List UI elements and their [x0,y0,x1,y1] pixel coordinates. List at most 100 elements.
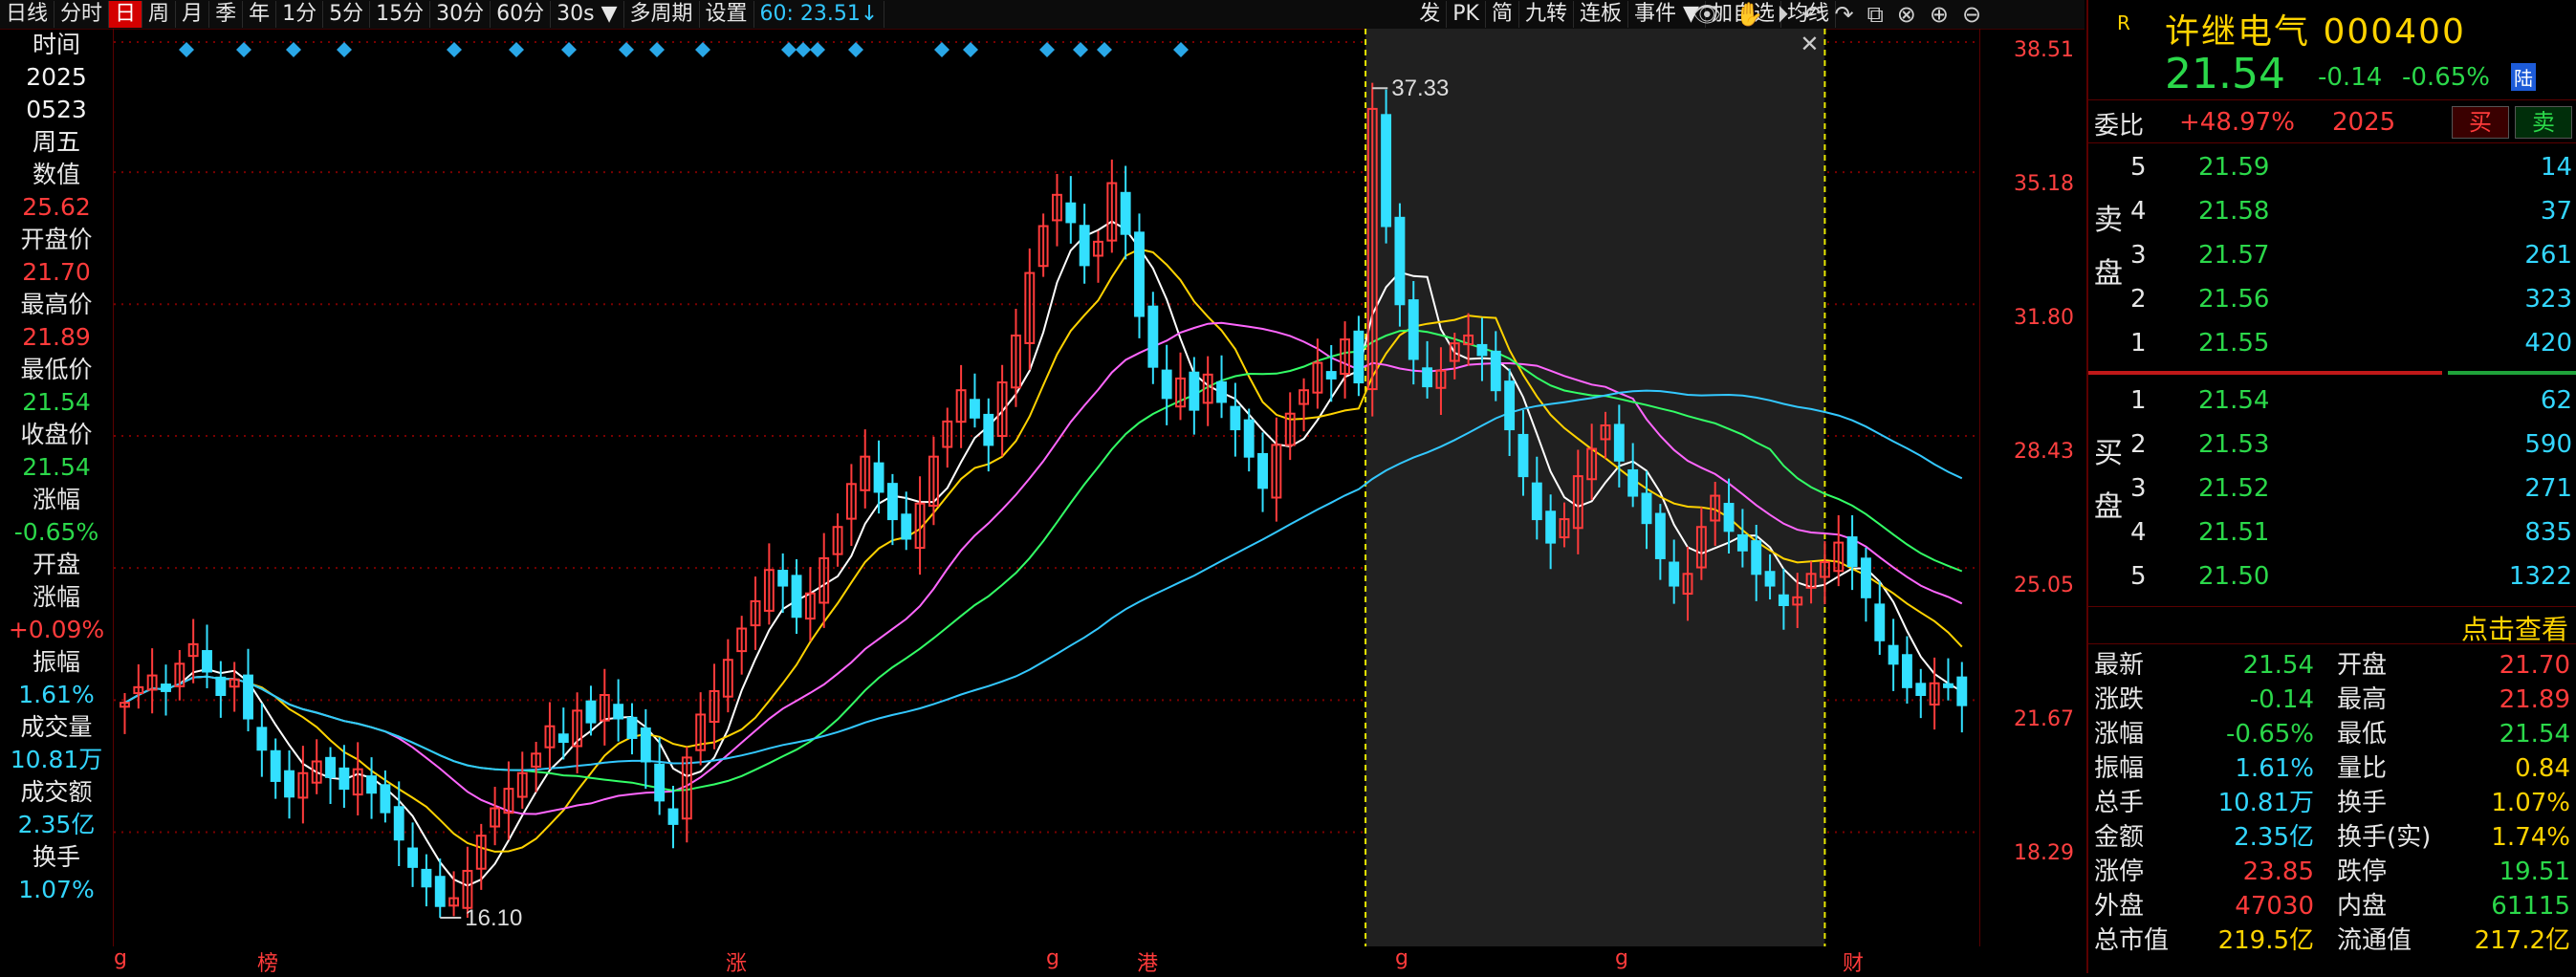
tab-30s[interactable]: 30s ▼ [551,1,624,28]
rating-badge: R [2117,11,2130,34]
stat-label: 最新 [2094,651,2145,680]
settings-button[interactable]: 设置 [700,1,754,28]
nine-turn-button[interactable]: 九转 [1519,1,1575,28]
eye-icon[interactable]: 👁 [1692,1,1721,28]
hand-icon[interactable]: ✋ [1735,1,1763,28]
chevron-down-icon: ▼ [594,2,618,26]
ask-level[interactable]: 1 21.55 420 [2088,321,2576,365]
copy-icon[interactable]: ⧉ [1867,1,1884,28]
stat-value: 1.74% [2491,823,2570,852]
tab-daily-line[interactable]: 日线 [0,1,55,28]
simple-button[interactable]: 简 [1486,1,1519,28]
click-to-view-link[interactable]: 点击查看 [2461,609,2568,647]
buy-button[interactable]: 买 [2452,106,2509,139]
level-volume: 37 [2540,197,2572,226]
event-marker[interactable]: 涨 [726,946,747,977]
tab-30s-label: 30s [557,2,595,26]
publish-button[interactable]: 发 [1413,1,1448,28]
undo-icon[interactable]: ↶ [1801,1,1821,28]
candle-down [1888,644,1899,665]
stock-name-code[interactable]: 许继电气 000400 [2165,4,2466,54]
candle-down [421,868,432,888]
zoom-in-icon[interactable]: ⊕ [1930,1,1949,28]
bid-level[interactable]: 1 21.54 62 [2088,379,2576,423]
stat-label: 涨停 [2094,858,2145,886]
low-label: 16.10 [465,905,522,931]
tab-quarter[interactable]: 季 [209,1,244,28]
stat-row: 涨停 23.85 跌停 19.51 [2088,855,2576,889]
candle-down [1422,367,1433,388]
tab-5min[interactable]: 5分 [323,1,371,28]
event-marker[interactable]: 财 [1843,946,1864,977]
level-price: 21.53 [2198,430,2270,459]
candle-down [1230,405,1241,431]
event-marker[interactable]: g [114,946,127,970]
close-range-icon[interactable]: ✕ [1800,31,1819,57]
price-change: -0.14 [2318,63,2383,92]
candle-down [1531,482,1542,521]
candle-down [1517,433,1529,478]
candle-down [1257,452,1268,489]
candle-down [557,733,569,744]
candle-down [1394,216,1406,306]
amount-label: 成交额 [20,778,93,806]
stat-label: 最高 [2337,685,2388,714]
event-marker[interactable]: 港 [1137,946,1158,977]
date-value: 0523 [26,96,87,123]
ask-level[interactable]: 5 21.59 14 [2088,145,2576,189]
event-diamond-icon [286,42,301,57]
tab-year[interactable]: 年 [243,1,277,28]
redo-icon[interactable]: ↷ [1834,1,1853,28]
bid-level[interactable]: 2 21.53 590 [2088,423,2576,467]
candle-down [1956,676,1968,706]
stat-label: 开盘 [2337,651,2388,680]
ask-level[interactable]: 3 21.57 261 [2088,233,2576,277]
event-diamond-icon [810,42,825,57]
cross-icon[interactable]: ⊗ [1897,1,1916,28]
event-marker[interactable]: 榜 [257,946,278,977]
candle-down [983,413,994,446]
last-price: 21.54 [2165,50,2285,98]
bid-level[interactable]: 4 21.51 835 [2088,510,2576,554]
tab-intraday[interactable]: 分时 [55,1,110,28]
candle-down [1134,231,1145,317]
bid-level[interactable]: 3 21.52 271 [2088,467,2576,510]
ask-level[interactable]: 4 21.58 37 [2088,189,2576,233]
crosshair-info-panel: 时间 2025 0523 周五 数值 25.62 开盘价 21.70 最高价 2… [0,29,114,946]
level-volume: 420 [2524,329,2572,358]
zoom-out-icon[interactable]: ⊖ [1962,1,1981,28]
level-volume: 590 [2524,430,2572,459]
tab-1min[interactable]: 1分 [276,1,324,28]
limit-board-button[interactable]: 连板 [1574,1,1629,28]
amplitude-label: 振幅 [32,648,80,676]
candle-down [1325,371,1337,380]
event-marker[interactable]: g [1395,946,1408,970]
candle-down [969,399,980,419]
tab-day[interactable]: 日 [109,1,143,28]
click-to-view-bar[interactable]: 点击查看 [2088,606,2576,647]
price-axis: 38.51 35.18 31.80 28.43 25.05 21.67 18.2… [1979,29,2084,946]
tab-month[interactable]: 月 [176,1,210,28]
bid-level[interactable]: 5 21.50 1322 [2088,554,2576,598]
tab-60min[interactable]: 60分 [491,1,552,28]
candle-down [1654,512,1666,559]
tab-30min[interactable]: 30分 [430,1,491,28]
tab-multi-period[interactable]: 多周期 [624,1,700,28]
amplitude-value: 1.61% [18,681,95,708]
ask-level[interactable]: 2 21.56 323 [2088,277,2576,321]
level-price: 21.56 [2198,285,2270,314]
level-index: 4 [2130,197,2147,226]
pk-button[interactable]: PK [1447,1,1486,28]
event-marker[interactable]: g [1615,946,1628,970]
tab-week[interactable]: 周 [142,1,177,28]
candle-down [1723,503,1735,532]
candlestick-chart[interactable]: 37.33 16.10 ✕ [114,29,1978,946]
event-marker[interactable]: g [1046,946,1059,970]
tab-15min[interactable]: 15分 [370,1,431,28]
play-icon[interactable]: ⏵ [1777,1,1788,28]
stat-label: 最低 [2337,720,2388,749]
level-price: 21.52 [2198,474,2270,503]
open-change-label-1: 开盘 [32,551,80,578]
sell-button[interactable]: 卖 [2515,106,2572,139]
year-value: 2025 [26,63,87,91]
